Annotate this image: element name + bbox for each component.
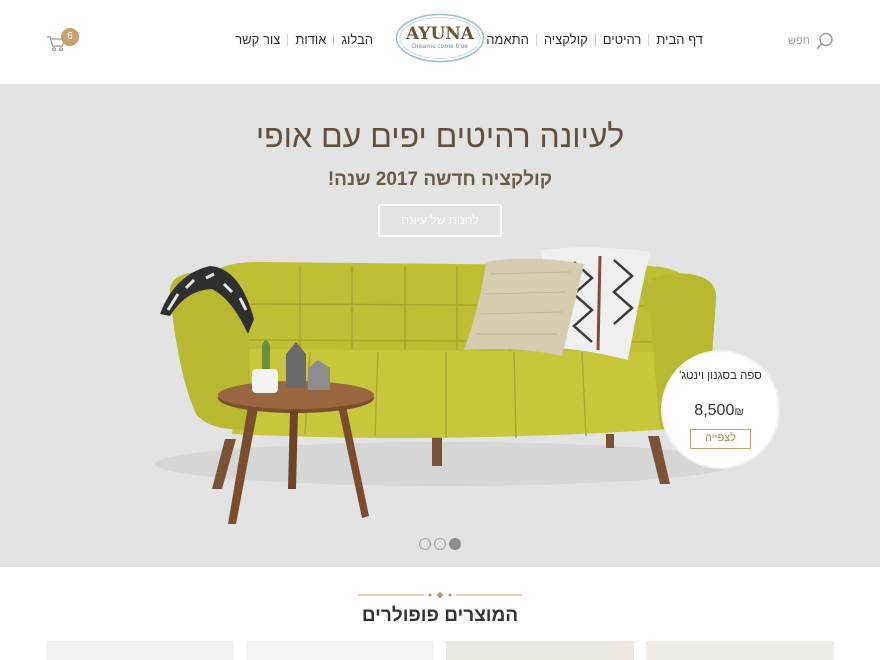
nav-separator bbox=[648, 34, 650, 46]
product-card[interactable] bbox=[46, 641, 234, 660]
section-divider-ornament bbox=[358, 591, 522, 599]
currency-symbol: ₪ bbox=[734, 406, 744, 418]
nav-item-contact[interactable]: צור קשר bbox=[228, 31, 287, 49]
hero-title: לעיונה רהיטים יפים עם אופי bbox=[255, 118, 625, 154]
view-product-button[interactable]: לצפייה bbox=[690, 429, 751, 449]
slider-dots bbox=[419, 538, 461, 550]
hero-sofa-image bbox=[155, 247, 735, 524]
nav-separator bbox=[333, 34, 335, 46]
nav-item-home[interactable]: דף הבית bbox=[649, 31, 710, 49]
logo-brand: AYUNA bbox=[405, 24, 475, 44]
product-name: ספה בסגנון וינטג' bbox=[679, 370, 762, 382]
slider-dot[interactable] bbox=[434, 538, 446, 550]
logo-tagline: Dreams come true bbox=[412, 43, 468, 50]
search-label[interactable]: חפש bbox=[788, 35, 810, 47]
product-price: 8,500₪ bbox=[663, 402, 778, 420]
product-card[interactable] bbox=[646, 641, 834, 660]
nav-separator bbox=[535, 34, 537, 46]
hero-subtitle: קולקציה חדשה 2017 שנה! bbox=[327, 169, 553, 190]
product-card[interactable] bbox=[446, 641, 634, 660]
popular-products-title: המוצרים פופולרים bbox=[361, 605, 519, 626]
nav-separator bbox=[287, 34, 289, 46]
nav-item-blog[interactable]: הבלוג bbox=[334, 31, 380, 49]
nav-item-furniture[interactable]: רהיטים bbox=[596, 31, 649, 49]
slider-dot[interactable] bbox=[419, 538, 431, 550]
product-card[interactable] bbox=[246, 641, 434, 660]
site-header: חפש דף הבית רהיטים קולקציה התאמה אישי AY… bbox=[0, 0, 880, 84]
hero-slider: לעיונה רהיטים יפים עם אופי קולקציה חדשה … bbox=[0, 84, 880, 567]
cart-count-badge[interactable]: 6 bbox=[61, 28, 79, 46]
nav-item-about[interactable]: אודות bbox=[288, 31, 333, 49]
shop-now-button[interactable]: לחנות של עיונה bbox=[378, 204, 502, 237]
main-nav-right: דף הבית רהיטים קולקציה התאמה אישי bbox=[451, 31, 710, 49]
nav-separator bbox=[594, 34, 596, 46]
search-icon[interactable] bbox=[816, 32, 834, 50]
nav-item-collection[interactable]: קולקציה bbox=[537, 31, 595, 49]
main-nav-left: הבלוג אודות צור קשר bbox=[228, 31, 380, 49]
price-amount: 8,500 bbox=[694, 402, 735, 419]
search-box[interactable]: חפש bbox=[788, 32, 834, 50]
product-price-card: ספה בסגנון וינטג' 8,500₪ לצפייה bbox=[663, 352, 778, 467]
slider-dot-active[interactable] bbox=[449, 538, 461, 550]
brand-logo[interactable]: AYUNA Dreams come true bbox=[395, 13, 485, 63]
